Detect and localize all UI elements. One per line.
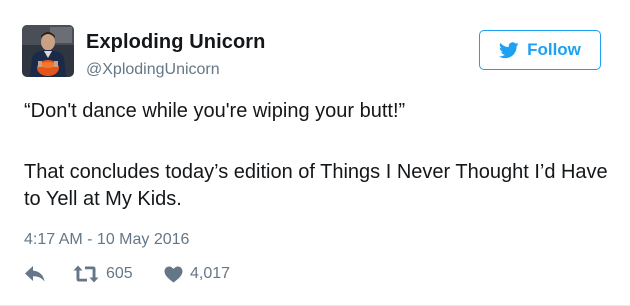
retweet-count: 605 <box>106 265 133 282</box>
twitter-bird-icon <box>499 41 519 59</box>
tweet-text-line: “Don't dance while you're wiping your bu… <box>24 100 406 122</box>
like-button[interactable]: 4,017 <box>164 265 230 283</box>
follow-button[interactable]: Follow <box>479 30 601 70</box>
tweet-text-line: That concludes today’s edition of Things… <box>24 161 608 210</box>
tweet-card: Exploding Unicorn @XplodingUnicorn Follo… <box>0 0 630 306</box>
tweet-text: “Don't dance while you're wiping your bu… <box>24 98 614 213</box>
author-name[interactable]: Exploding Unicorn <box>86 31 265 54</box>
retweet-icon <box>73 265 99 283</box>
avatar[interactable] <box>22 25 74 77</box>
reply-icon <box>24 265 46 283</box>
follow-button-label: Follow <box>527 40 581 59</box>
like-count: 4,017 <box>190 265 231 282</box>
tweet-actions: 605 4,017 <box>24 261 230 287</box>
retweet-button[interactable]: 605 <box>73 265 164 283</box>
author-handle[interactable]: @XplodingUnicorn <box>86 61 220 79</box>
reply-button[interactable] <box>24 265 73 283</box>
heart-icon <box>164 265 183 283</box>
tweet-timestamp[interactable]: 4:17 AM - 10 May 2016 <box>24 231 189 249</box>
avatar-image <box>22 25 74 77</box>
